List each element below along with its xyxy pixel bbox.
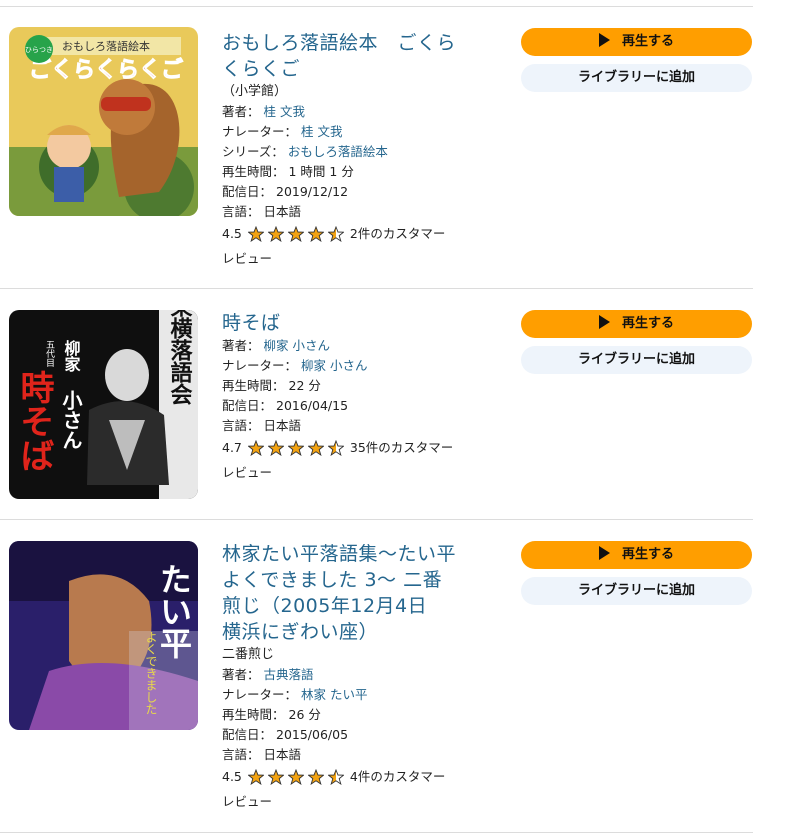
- author-link[interactable]: 桂 文我: [264, 104, 305, 119]
- star-rating: [247, 437, 348, 461]
- cover-small-text: 五代目: [44, 340, 55, 367]
- narrator-row: ナレーター： 桂 文我: [222, 124, 343, 139]
- language-value: 日本語: [263, 204, 302, 219]
- narrator-link[interactable]: 柳家 小さん: [301, 358, 367, 373]
- cover-top-text: おもしろ落語絵本: [62, 39, 150, 53]
- bottom-divider: [0, 832, 753, 833]
- cover-image[interactable]: おもしろ落語絵本 ごくらくらくご ひらつき: [9, 27, 198, 216]
- item-divider: [0, 288, 753, 289]
- item-title[interactable]: 林家たい平落語集〜たい平よくできました 3〜 二番煎じ（2005年12月4日 横…: [222, 541, 457, 645]
- star-half-icon: [327, 225, 345, 242]
- play-button[interactable]: 再生する: [521, 28, 752, 56]
- language-value: 日本語: [263, 418, 302, 433]
- play-icon: [598, 33, 610, 47]
- add-to-library-button[interactable]: ライブラリーに追加: [521, 577, 752, 605]
- star-full-icon: [287, 439, 305, 456]
- star-full-icon: [287, 768, 305, 785]
- cover-main-text: たい平: [155, 563, 193, 659]
- narrator-row: ナレーター： 林家 たい平: [222, 687, 368, 702]
- runtime-value: 1 時間 1 分: [288, 164, 354, 179]
- item-divider: [0, 519, 753, 520]
- narrator-link[interactable]: 桂 文我: [301, 124, 342, 139]
- language-row: 言語： 日本語: [222, 418, 302, 433]
- language-row: 言語： 日本語: [222, 747, 302, 762]
- runtime-row: 再生時間： 1 時間 1 分: [222, 164, 354, 179]
- star-half-icon: [327, 439, 345, 456]
- play-icon: [598, 546, 610, 560]
- cover-name2-text: 小さん: [59, 390, 83, 450]
- rating-value: 4.7: [222, 440, 242, 455]
- star-rating: [247, 223, 348, 247]
- add-to-library-button[interactable]: ライブラリーに追加: [521, 346, 752, 374]
- rating-row: 4.5 2件のカスタマーレビュー: [222, 222, 457, 271]
- runtime-row: 再生時間： 22 分: [222, 378, 321, 393]
- release-row: 配信日： 2019/12/12: [222, 184, 349, 199]
- cover-side-text: よくできました: [144, 631, 158, 715]
- top-divider: [0, 6, 753, 7]
- release-value: 2019/12/12: [276, 184, 349, 199]
- release-value: 2016/04/15: [276, 398, 349, 413]
- rating-value: 4.5: [222, 769, 242, 784]
- rating-row: 4.7 35件のカスタマーレビュー: [222, 436, 457, 485]
- star-full-icon: [247, 225, 265, 242]
- cover-art-gokuraku: おもしろ落語絵本 ごくらくらくご ひらつき: [9, 27, 198, 216]
- item-title[interactable]: おもしろ落語絵本 ごくらくらくご: [222, 30, 457, 82]
- star-full-icon: [267, 439, 285, 456]
- release-value: 2015/06/05: [276, 727, 349, 742]
- cover-main-text: 時そば: [14, 370, 54, 472]
- star-half-icon: [327, 768, 345, 785]
- author-link[interactable]: 古典落語: [264, 667, 314, 682]
- add-to-library-button[interactable]: ライブラリーに追加: [521, 64, 752, 92]
- narrator-row: ナレーター： 柳家 小さん: [222, 358, 368, 373]
- star-full-icon: [267, 225, 285, 242]
- series-link[interactable]: おもしろ落語絵本: [288, 144, 388, 159]
- release-row: 配信日： 2015/06/05: [222, 727, 349, 742]
- star-full-icon: [247, 768, 265, 785]
- star-full-icon: [307, 439, 325, 456]
- cover-main-text: ごくらくらくご: [29, 57, 183, 83]
- star-rating: [247, 766, 348, 790]
- runtime-value: 22 分: [288, 378, 321, 393]
- release-row: 配信日： 2016/04/15: [222, 398, 349, 413]
- cover-image[interactable]: たい平 よくできました: [9, 541, 198, 730]
- item-title[interactable]: 時そば: [222, 310, 457, 336]
- star-full-icon: [307, 768, 325, 785]
- star-full-icon: [287, 225, 305, 242]
- cover-image[interactable]: 東横落語会 五代目 柳家 小さん 時そば: [9, 310, 198, 499]
- cover-art-taihei: たい平 よくできました: [9, 541, 198, 730]
- rating-value: 4.5: [222, 226, 242, 241]
- language-row: 言語： 日本語: [222, 204, 302, 219]
- runtime-row: 再生時間： 26 分: [222, 707, 321, 722]
- language-value: 日本語: [263, 747, 302, 762]
- rating-row: 4.5 4件のカスタマーレビュー: [222, 765, 457, 814]
- cover-side-text: 東横落語会: [167, 310, 193, 406]
- cover-name1-text: 柳家: [62, 339, 81, 373]
- author-row: 著者： 古典落語: [222, 667, 314, 682]
- play-button[interactable]: 再生する: [521, 310, 752, 338]
- author-row: 著者： 柳家 小さん: [222, 338, 330, 353]
- play-button[interactable]: 再生する: [521, 541, 752, 569]
- star-full-icon: [267, 768, 285, 785]
- play-icon: [598, 315, 610, 329]
- cover-badge-text: ひらつき: [25, 46, 53, 54]
- narrator-link[interactable]: 林家 たい平: [301, 687, 367, 702]
- item-publisher: （小学館）: [222, 84, 288, 99]
- runtime-value: 26 分: [288, 707, 321, 722]
- star-full-icon: [307, 225, 325, 242]
- star-full-icon: [247, 439, 265, 456]
- cover-art-tokisoba: 東横落語会 五代目 柳家 小さん 時そば: [9, 310, 198, 499]
- author-row: 著者： 桂 文我: [222, 104, 305, 119]
- author-link[interactable]: 柳家 小さん: [264, 338, 330, 353]
- series-row: シリーズ： おもしろ落語絵本: [222, 144, 388, 159]
- item-subtitle: 二番煎じ: [222, 647, 275, 662]
